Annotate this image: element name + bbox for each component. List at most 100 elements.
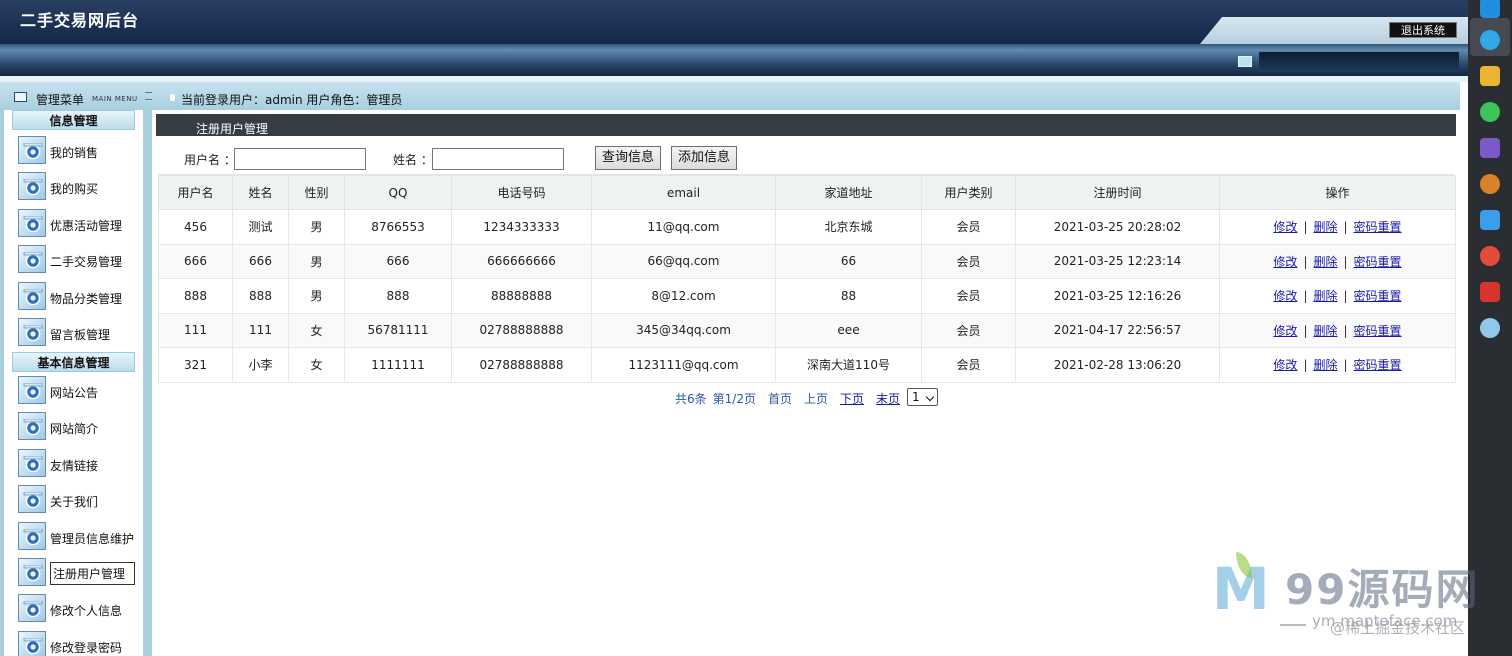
edit-link[interactable]: 修改 (1273, 289, 1297, 303)
flower-app-icon[interactable] (1480, 318, 1500, 338)
gear-window-icon (18, 376, 46, 404)
page-title: 注册用户管理 (196, 122, 269, 136)
table-cell: 会员 (921, 209, 1016, 245)
prev-page-link[interactable]: 上页 (804, 392, 828, 406)
cloud-drive-icon[interactable] (1480, 210, 1500, 230)
visual-studio-icon[interactable] (1480, 138, 1500, 158)
action-separator: | (1343, 289, 1348, 304)
next-page-link[interactable]: 下页 (840, 392, 864, 406)
table-cell: 88888888 (451, 278, 592, 314)
monitor-icon (1238, 56, 1252, 67)
sidebar-item-label: 留言板管理 (50, 328, 111, 342)
sidebar-item[interactable]: 优惠活动管理 (18, 208, 136, 237)
gear-window-icon (18, 630, 46, 656)
table-row: 321 小李女 1111111 02788888888 1123111@qq.com 深南… (158, 347, 1456, 383)
sidebar-header: 管理菜单 MAIN MENU (0, 82, 152, 110)
sidebar-item[interactable]: 网站简介 (18, 412, 136, 441)
settings-gear-icon[interactable] (1480, 174, 1500, 194)
delete-link[interactable]: 删除 (1313, 255, 1337, 269)
app-window: { "app": { "title": "二手交易网后台", "logout_l… (0, 0, 1512, 656)
row-actions: 修改 | 删除 | 密码重置 (1219, 312, 1456, 348)
menu-group-title[interactable]: 基本信息管理 (12, 352, 135, 372)
sidebar-item[interactable]: 网站公告 (18, 376, 136, 404)
reset-password-link[interactable]: 密码重置 (1354, 358, 1402, 372)
gear-window-icon (18, 594, 46, 623)
column-header: 用户类别 (921, 175, 1016, 210)
username-input[interactable] (234, 148, 366, 170)
sidebar-item[interactable]: 注册用户管理 (18, 558, 136, 586)
delete-link[interactable]: 删除 (1313, 324, 1337, 338)
column-header: email (591, 175, 776, 210)
action-separator: | (1303, 358, 1308, 373)
reset-password-link[interactable]: 密码重置 (1354, 255, 1402, 269)
table-cell: 8766553 (344, 209, 452, 245)
menu-group-title[interactable]: 信息管理 (12, 110, 135, 130)
table-cell: 男 (288, 209, 345, 245)
reset-password-link[interactable]: 密码重置 (1354, 324, 1402, 338)
menu-icon (14, 92, 27, 102)
wps-icon[interactable] (1480, 282, 1500, 302)
table-cell: 456 (158, 209, 233, 245)
row-actions: 修改 | 删除 | 密码重置 (1219, 347, 1456, 383)
add-button[interactable]: 添加信息 (671, 146, 737, 170)
table-cell: 666 (158, 243, 233, 279)
sidebar-item[interactable]: 二手交易管理 (18, 245, 136, 274)
p-app-icon[interactable] (1480, 0, 1500, 18)
wechat-icon[interactable] (1480, 102, 1500, 122)
gear-window-icon (18, 208, 46, 237)
sidebar-item[interactable]: 修改个人信息 (18, 594, 136, 623)
row-actions: 修改 | 删除 | 密码重置 (1219, 209, 1456, 245)
sidebar-item[interactable]: 友情链接 (18, 448, 136, 477)
edit-link[interactable]: 修改 (1273, 358, 1297, 372)
delete-link[interactable]: 删除 (1313, 358, 1337, 372)
name-input[interactable] (432, 148, 564, 170)
last-page-link[interactable]: 末页 (876, 392, 900, 406)
column-header: 电话号码 (451, 175, 592, 210)
table-cell: 小李 (232, 347, 289, 383)
action-separator: | (1303, 220, 1308, 235)
action-separator: | (1303, 323, 1308, 338)
column-header: 姓名 (232, 175, 289, 210)
delete-link[interactable]: 删除 (1313, 289, 1337, 303)
table-row: 666 666 男 666 666666666 66@qq.com 66 会员 2021-03-… (158, 243, 1456, 279)
pagination-page-info: 第1/2页 (712, 392, 756, 406)
table-cell: 02788888888 (451, 312, 592, 348)
table-cell: 1111111 (344, 347, 452, 383)
file-explorer-icon[interactable] (1480, 66, 1500, 86)
sidebar-item[interactable]: 留言板管理 (18, 318, 136, 346)
logout-button[interactable]: 退出系统 (1389, 22, 1457, 38)
sidebar-item-label: 友情链接 (50, 458, 99, 473)
sidebar-item[interactable]: 修改登录密码 (18, 630, 136, 656)
edit-link[interactable]: 修改 (1273, 255, 1297, 269)
reset-password-link[interactable]: 密码重置 (1354, 220, 1402, 234)
sidebar-item[interactable]: 我的购买 (18, 172, 136, 201)
sidebar-item[interactable]: 物品分类管理 (18, 281, 136, 310)
table-cell: 2021-04-17 22:56:57 (1015, 312, 1220, 348)
reset-password-link[interactable]: 密码重置 (1354, 289, 1402, 303)
sidebar-item-label: 修改登录密码 (50, 640, 123, 655)
column-header: QQ (344, 175, 452, 210)
sidebar-item-label: 我的销售 (50, 146, 99, 160)
table-cell: 111 (158, 312, 233, 348)
gear-window-icon (18, 521, 46, 550)
table-row: 111 111 女 56781111 02788888888 345@34qq.com ee… (158, 312, 1456, 348)
query-button[interactable]: 查询信息 (595, 146, 661, 170)
name-label: 姓名 ： (393, 153, 433, 167)
row-actions: 修改 | 删除 | 密码重置 (1219, 243, 1456, 279)
table-cell: 男 (288, 243, 345, 279)
chrome-icon[interactable] (1480, 246, 1500, 266)
edit-link[interactable]: 修改 (1273, 220, 1297, 234)
edge-browser-icon[interactable] (1480, 30, 1500, 50)
gear-window-icon (18, 172, 46, 201)
first-page-link[interactable]: 首页 (768, 392, 792, 406)
table-cell: 666 (232, 243, 289, 279)
delete-link[interactable]: 删除 (1313, 220, 1337, 234)
table-cell: 888 (232, 278, 289, 314)
sidebar-item[interactable]: 关于我们 (18, 485, 136, 514)
app-title: 二手交易网后台 (20, 11, 140, 30)
sidebar-item[interactable]: 我的销售 (18, 136, 136, 164)
page-select[interactable]: 1 (907, 388, 938, 406)
edit-link[interactable]: 修改 (1273, 324, 1297, 338)
sidebar-item[interactable]: 管理员信息维护 (18, 521, 136, 550)
table-cell: 北京东城 (775, 209, 922, 245)
